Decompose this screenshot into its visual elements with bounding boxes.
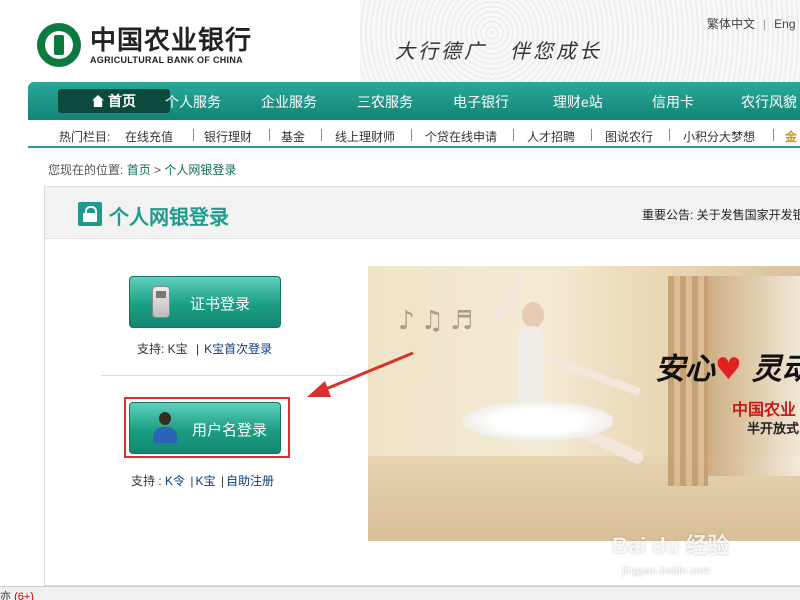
status-bar: 亦 (6+) (0, 586, 800, 600)
hot-separator (669, 129, 670, 141)
notice-marquee[interactable]: 重要公告: 关于发售国家开发银 (642, 206, 800, 223)
promo-banner[interactable]: ♪♫♬ 安心♥ 灵动 中国农业 半开放式 (368, 266, 800, 541)
lang-traditional-link[interactable]: 繁体中文 (707, 17, 755, 31)
user-icon (152, 412, 178, 444)
baidu-watermark-url: jingyan.baidu.com (622, 565, 711, 577)
site-header: 中国农业银行 AGRICULTURAL BANK OF CHINA 大行德广 伴… (0, 0, 800, 82)
abc-logo-icon[interactable] (37, 23, 81, 67)
nav-credit-card[interactable]: 信用卡 (652, 92, 694, 112)
lang-separator: | (763, 17, 767, 31)
home-icon (92, 95, 104, 107)
breadcrumb-home[interactable]: 首页 (127, 163, 151, 177)
lock-icon (78, 202, 102, 226)
baidu-watermark: Bai du 经验 (612, 533, 730, 558)
nav-home[interactable]: 首页 (58, 89, 170, 113)
heart-icon: ♥ (715, 352, 742, 387)
hot-item[interactable]: 金 (785, 128, 797, 145)
user-support-line: 支持 : K令 | K宝 | 自助注册 (131, 472, 274, 489)
banner-subline-2: 半开放式 (747, 421, 800, 436)
support-label: 支持 : (131, 474, 166, 488)
panel-header: 个人网银登录 重要公告: 关于发售国家开发银 (45, 187, 800, 239)
page-title: 个人网银登录 (109, 207, 229, 229)
hot-item[interactable]: 线上理财师 (335, 128, 395, 145)
hot-item[interactable]: 基金 (281, 128, 305, 145)
banner-text-lingdong: 灵动 (751, 352, 800, 387)
self-register-link[interactable]: 自助注册 (226, 474, 274, 488)
breadcrumb-current[interactable]: 个人网银登录 (164, 163, 236, 177)
breadcrumb-prefix: 您现在的位置: (48, 163, 124, 177)
hot-item[interactable]: 银行理财 (204, 128, 252, 145)
support-label: 支持: (137, 342, 168, 356)
banner-headline: 安心♥ 灵动 (655, 344, 800, 388)
cert-support-line: 支持: K宝 | K宝首次登录 (137, 340, 272, 357)
hot-item[interactable]: 人才招聘 (527, 128, 575, 145)
kling-link[interactable]: K令 (165, 474, 185, 488)
hot-separator (591, 129, 592, 141)
hot-item[interactable]: 在线充值 (125, 128, 173, 145)
status-text: 亦 (6+) (0, 588, 34, 600)
nav-personal[interactable]: 个人服务 (165, 92, 221, 112)
status-count: (6+) (14, 591, 34, 600)
breadcrumb-separator: > (154, 163, 162, 177)
support-separator: | (196, 342, 200, 356)
hot-item[interactable]: 图说农行 (605, 128, 653, 145)
dancer-head (522, 302, 544, 328)
nav-home-label: 首页 (108, 93, 136, 109)
hot-item[interactable]: 小积分大梦想 (683, 128, 755, 145)
music-notes-icon: ♪♫♬ (398, 306, 480, 336)
hot-topics-label: 热门栏目: (59, 130, 111, 144)
kbao-first-login-link[interactable]: K宝首次登录 (204, 342, 272, 356)
dancer-arm (489, 272, 527, 328)
banner-text-anxin: 安心 (655, 352, 715, 387)
nav-wealth[interactable]: 理财e站 (553, 92, 603, 112)
hot-separator (193, 129, 194, 141)
nav-style[interactable]: 农行风貌 (741, 92, 797, 112)
kbao-text: K宝 (167, 342, 188, 356)
username-login-label: 用户名登录 (192, 422, 268, 439)
hot-separator (411, 129, 412, 141)
status-label: 亦 (0, 591, 11, 600)
username-login-button[interactable]: 用户名登录 (129, 402, 281, 454)
support-separator: | (190, 474, 194, 488)
logo-english-name: AGRICULTURAL BANK OF CHINA (90, 55, 243, 65)
logo-chinese-name[interactable]: 中国农业银行 (90, 20, 252, 57)
main-nav: 首页 个人服务 企业服务 三农服务 电子银行 理财e站 信用卡 农行风貌 (28, 82, 800, 120)
usb-key-icon (152, 286, 170, 318)
nav-rural[interactable]: 三农服务 (357, 92, 413, 112)
dancer-arm (544, 354, 642, 396)
nav-ebank[interactable]: 电子银行 (453, 92, 509, 112)
hot-separator (321, 129, 322, 141)
banner-subline: 中国农业 (732, 402, 797, 419)
cert-login-label: 证书登录 (190, 296, 251, 313)
kbao-link[interactable]: K宝 (196, 474, 216, 488)
hot-topics-bar: 热门栏目: 在线充值 银行理财 基金 线上理财师 个贷在线申请 人才招聘 图说农… (28, 120, 800, 148)
hot-separator (269, 129, 270, 141)
language-switch: 繁体中文 | Eng (707, 15, 796, 32)
lang-english-link[interactable]: Eng (774, 17, 795, 31)
breadcrumb: 您现在的位置: 首页 > 个人网银登录 (48, 161, 236, 178)
slogan: 大行德广 伴您成长 (395, 39, 602, 63)
cert-login-button[interactable]: 证书登录 (129, 276, 281, 328)
login-panel: 个人网银登录 重要公告: 关于发售国家开发银 证书登录 支持: K宝 | K宝首次… (44, 186, 800, 586)
support-separator: | (220, 474, 224, 488)
red-arrow-icon (307, 351, 414, 397)
hot-item[interactable]: 个贷在线申请 (425, 128, 497, 145)
dancer-tutu (463, 401, 613, 441)
hot-separator (773, 129, 774, 141)
hot-separator (513, 129, 514, 141)
nav-corporate[interactable]: 企业服务 (261, 92, 317, 112)
